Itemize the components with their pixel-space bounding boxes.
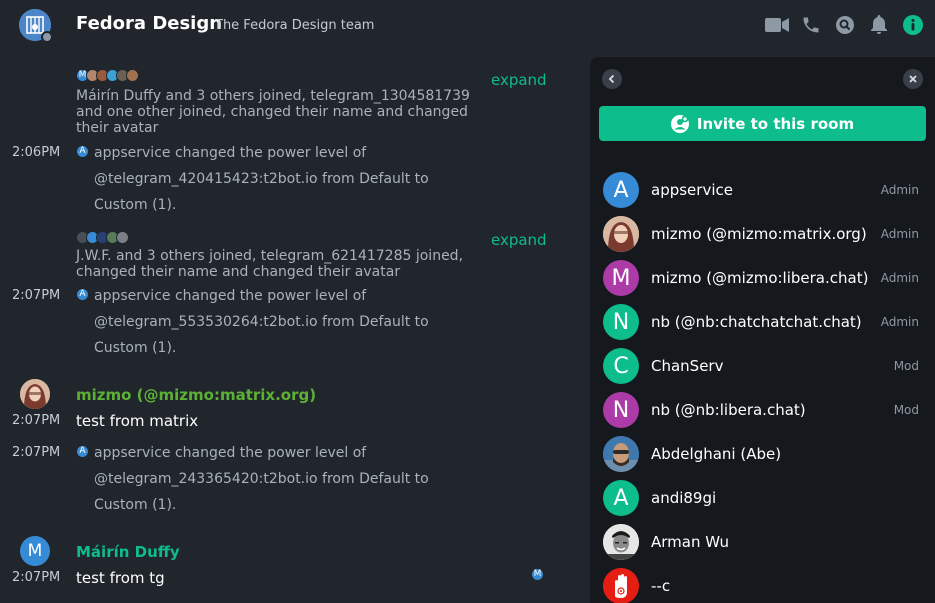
notifications-bell-icon[interactable] [867,13,891,37]
member-name: ChanServ [651,357,724,375]
mini-avatar [126,69,139,82]
member-row[interactable]: N nb (@nb:libera.chat) Mod [590,388,935,432]
appservice-mini-avatar[interactable]: A [76,445,89,458]
member-name: Arman Wu [651,533,730,551]
appservice-mini-avatar[interactable]: A [76,288,89,301]
mini-avatar [116,231,129,244]
member-name: appservice [651,181,733,199]
member-row[interactable]: A appservice Admin [590,168,935,212]
room-timeline[interactable]: M Máirín Duffy and 3 others joined, tele… [0,50,590,603]
event-text: Custom (1). [94,197,177,213]
user-avatar-mizmo[interactable] [20,379,50,409]
chevron-left-icon [608,74,615,84]
member-name: mizmo (@mizmo:matrix.org) [651,225,867,243]
member-row[interactable]: M mizmo (@mizmo:libera.chat) Admin [590,256,935,300]
close-icon [909,75,917,83]
public-room-badge-icon [41,31,53,43]
timestamp: 2:07PM [12,413,61,428]
expand-link[interactable]: expand [491,231,547,249]
member-role: Admin [880,227,919,241]
event-text: @telegram_243365420:t2bot.io from Defaul… [94,471,429,487]
room-avatar[interactable] [19,9,53,43]
event-text: appservice changed the power level of [94,445,367,461]
member-avatar-photo [603,436,639,472]
back-button[interactable] [602,69,622,89]
member-role: Admin [880,315,919,329]
membership-summary-text: Máirín Duffy and 3 others joined, telegr… [76,88,470,136]
member-name: nb (@nb:chatchatchat.chat) [651,313,862,331]
member-avatar: C [603,348,639,384]
appservice-mini-avatar[interactable]: A [76,145,89,158]
sender-name[interactable]: Máirín Duffy [76,543,180,561]
member-row[interactable]: A andi89gi [590,476,935,520]
invite-label: Invite to this room [696,114,855,133]
member-name: Abdelghani (Abe) [651,445,782,463]
member-name: nb (@nb:libera.chat) [651,401,806,419]
invite-user-icon [670,114,689,133]
timestamp: 2:07PM [12,445,61,460]
close-panel-button[interactable] [903,69,923,89]
member-list-panel: Invite to this room A appservice Admin m… [590,57,935,603]
read-receipt-avatar[interactable]: M [531,568,544,581]
event-text: appservice changed the power level of [94,145,367,161]
member-avatar: A [603,172,639,208]
member-name: mizmo (@mizmo:libera.chat) [651,269,869,287]
member-role: Admin [880,183,919,197]
room-topic[interactable]: The Fedora Design team [215,18,374,33]
search-icon[interactable] [833,13,857,37]
member-row[interactable]: mizmo (@mizmo:matrix.org) Admin [590,212,935,256]
member-role: Mod [893,403,919,417]
sender-name[interactable]: mizmo (@mizmo:matrix.org) [76,386,316,404]
member-avatar: A [603,480,639,516]
member-row[interactable]: N nb (@nb:chatchatchat.chat) Admin [590,300,935,344]
voice-call-icon[interactable] [799,13,823,37]
message-body: test from tg [76,569,165,587]
invite-to-room-button[interactable]: Invite to this room [599,106,926,141]
member-avatar: N [603,304,639,340]
user-avatar-mairin[interactable]: M [20,536,50,566]
member-role: Mod [893,359,919,373]
video-call-icon[interactable] [765,13,789,37]
event-text: @telegram_420415423:t2bot.io from Defaul… [94,171,429,187]
member-role: Admin [880,271,919,285]
timestamp: 2:07PM [12,288,61,303]
timestamp: 2:06PM [12,145,61,160]
member-avatar-photo [603,568,639,603]
member-row[interactable]: Abdelghani (Abe) [590,432,935,476]
message-body: test from matrix [76,412,199,430]
member-row[interactable]: C ChanServ Mod [590,344,935,388]
member-avatar-photo [603,216,639,252]
member-name: --c [651,577,671,595]
member-avatar: N [603,392,639,428]
member-avatar: M [603,260,639,296]
member-name: andi89gi [651,489,717,507]
room-info-icon[interactable] [901,13,925,37]
member-row[interactable]: Arman Wu [590,520,935,564]
membership-summary-text: J.W.F. and 3 others joined, telegram_621… [76,248,464,280]
room-name[interactable]: Fedora Design [76,13,222,34]
expand-link[interactable]: expand [491,71,547,89]
event-text: @telegram_553530264:t2bot.io from Defaul… [94,314,429,330]
event-text: appservice changed the power level of [94,288,367,304]
room-header: Fedora Design The Fedora Design team [0,0,935,50]
member-row[interactable]: --c [590,564,935,603]
event-text: Custom (1). [94,340,177,356]
timestamp: 2:07PM [12,570,61,585]
event-text: Custom (1). [94,497,177,513]
member-avatar-photo [603,524,639,560]
